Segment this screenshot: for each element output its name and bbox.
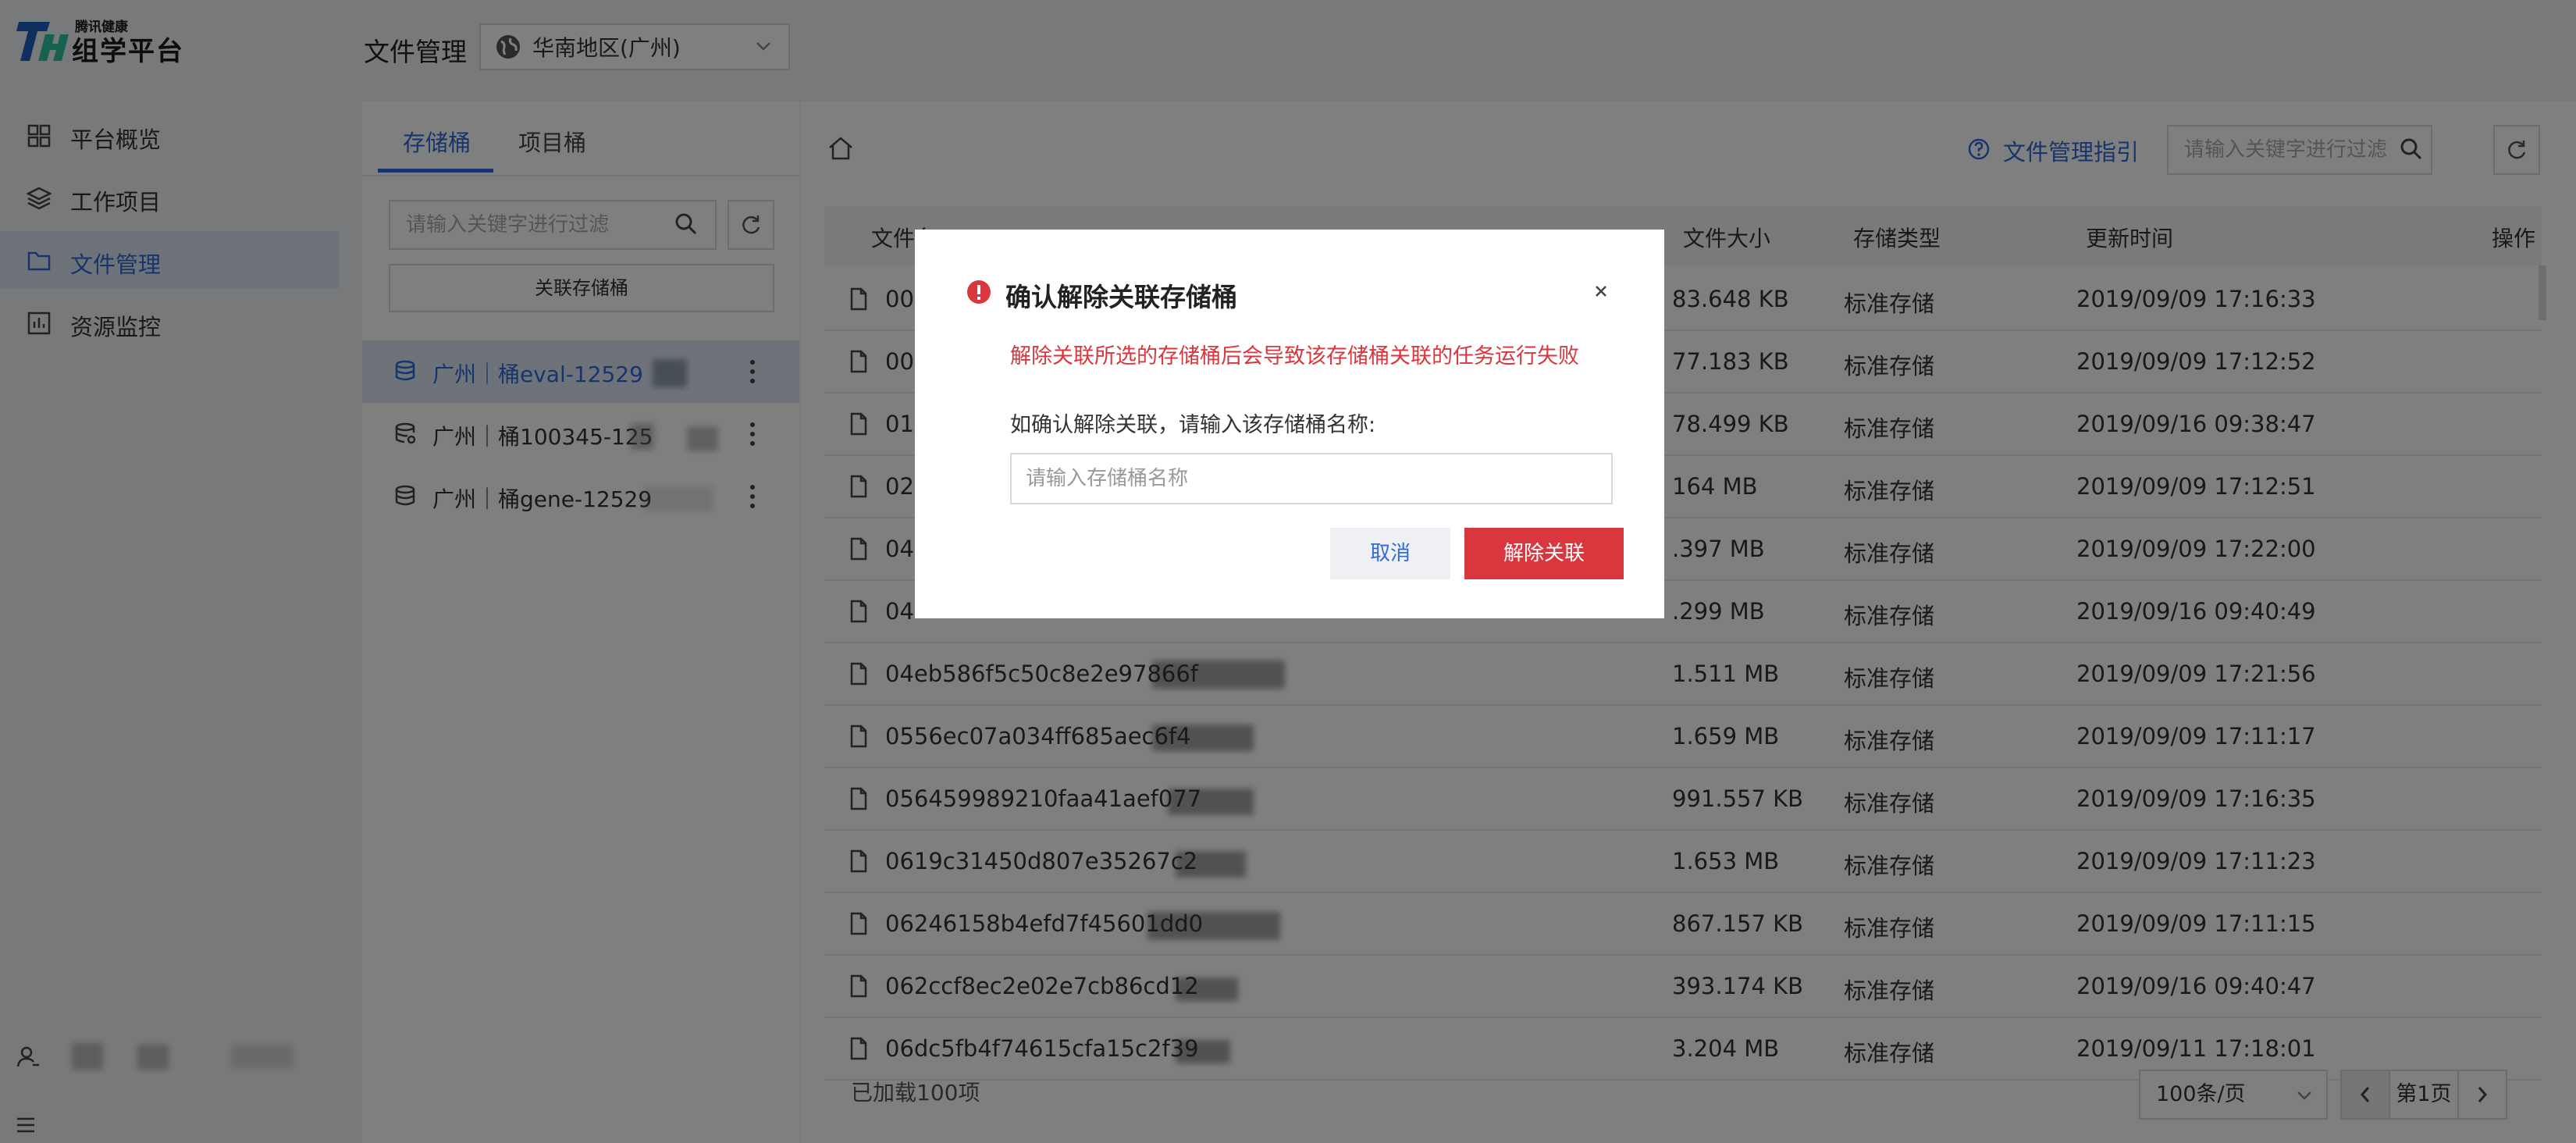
dialog-warning: 解除关联所选的存储桶后会导致该存储桶关联的任务运行失败 [1010,344,1579,369]
unlink-bucket-dialog: 确认解除关联存储桶 解除关联所选的存储桶后会导致该存储桶关联的任务运行失败 如确… [915,230,1664,618]
bucket-name-input[interactable]: 请输入存储桶名称 [1010,453,1613,504]
dialog-title: 确认解除关联存储桶 [1005,282,1237,312]
cancel-button[interactable]: 取消 [1330,528,1450,579]
dialog-prompt: 如确认解除关联，请输入该存储桶名称: [1010,413,1376,437]
close-icon[interactable] [1588,278,1614,304]
confirm-unlink-button[interactable]: 解除关联 [1464,528,1624,579]
error-circle-icon [967,280,991,304]
